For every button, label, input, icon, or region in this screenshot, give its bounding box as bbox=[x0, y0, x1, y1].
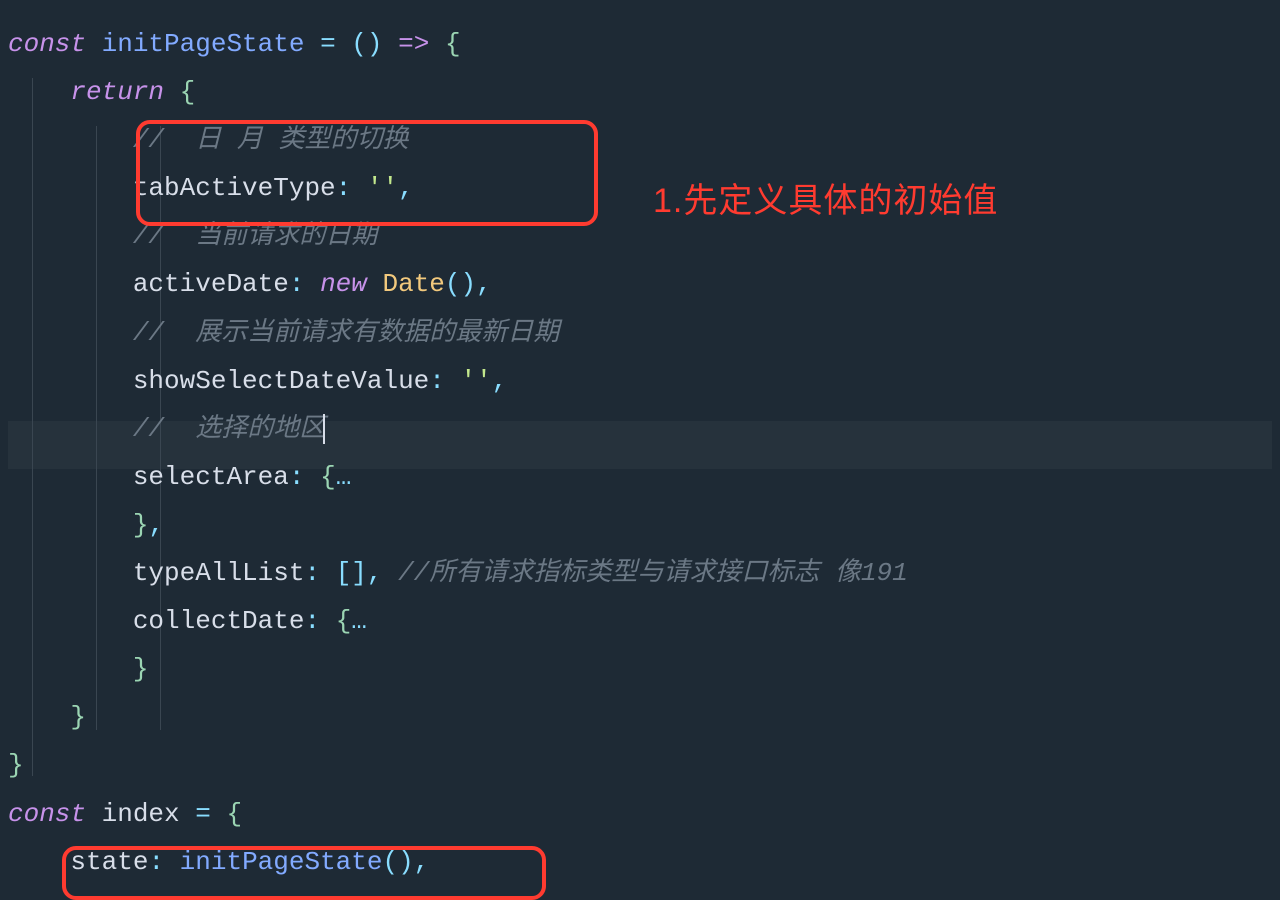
property: collectDate bbox=[133, 606, 305, 636]
code-line[interactable]: // 日 月 类型的切换 bbox=[8, 116, 1272, 164]
operator: = bbox=[195, 799, 211, 829]
code-editor[interactable]: const initPageState = () => { return { /… bbox=[8, 20, 1272, 886]
brace: { bbox=[180, 77, 196, 107]
text-cursor bbox=[323, 414, 325, 444]
code-line[interactable]: showSelectDateValue: '', bbox=[8, 357, 1272, 405]
code-line[interactable]: tabActiveType: '', bbox=[8, 164, 1272, 212]
comma: , bbox=[476, 269, 492, 299]
code-line[interactable]: } bbox=[8, 645, 1272, 693]
comment: //所有请求指标类型与请求接口标志 像191 bbox=[398, 558, 908, 588]
brackets: [] bbox=[336, 558, 367, 588]
keyword: const bbox=[8, 29, 86, 59]
code-line[interactable]: collectDate: {… bbox=[8, 597, 1272, 645]
code-line[interactable]: typeAllList: [], //所有请求指标类型与请求接口标志 像191 bbox=[8, 549, 1272, 597]
arrow: => bbox=[398, 29, 429, 59]
property: showSelectDateValue bbox=[133, 366, 429, 396]
comma: , bbox=[148, 510, 164, 540]
class-name: Date bbox=[383, 269, 445, 299]
property: selectArea bbox=[133, 462, 289, 492]
brace: { bbox=[445, 29, 461, 59]
colon: : bbox=[304, 606, 320, 636]
code-line[interactable]: } bbox=[8, 693, 1272, 741]
brace: { bbox=[320, 462, 336, 492]
parens: () bbox=[445, 269, 476, 299]
code-line[interactable]: // 选择的地区 bbox=[8, 405, 1272, 453]
code-line[interactable]: // 当前请求的日期 bbox=[8, 212, 1272, 260]
code-line[interactable]: selectArea: {… bbox=[8, 453, 1272, 501]
comment: // 当前请求的日期 bbox=[133, 221, 377, 251]
keyword: return bbox=[70, 77, 164, 107]
property: typeAllList bbox=[133, 558, 305, 588]
comment: // 选择的地区 bbox=[133, 414, 325, 444]
comma: , bbox=[414, 847, 430, 877]
colon: : bbox=[336, 173, 352, 203]
code-line[interactable]: const index = { bbox=[8, 790, 1272, 838]
brace: } bbox=[70, 702, 86, 732]
fold-ellipsis[interactable]: … bbox=[336, 462, 352, 492]
code-line[interactable]: } bbox=[8, 741, 1272, 789]
identifier: index bbox=[102, 799, 180, 829]
colon: : bbox=[289, 269, 305, 299]
string: '' bbox=[461, 366, 492, 396]
property: tabActiveType bbox=[133, 173, 336, 203]
brace: } bbox=[133, 654, 149, 684]
brace: } bbox=[133, 510, 149, 540]
keyword: const bbox=[8, 799, 86, 829]
code-line[interactable]: activeDate: new Date(), bbox=[8, 260, 1272, 308]
brace: { bbox=[336, 606, 352, 636]
comment: // 展示当前请求有数据的最新日期 bbox=[133, 318, 559, 348]
keyword: new bbox=[320, 269, 367, 299]
annotation-text: 1.先定义具体的初始值 bbox=[653, 170, 998, 233]
function-name: initPageState bbox=[102, 29, 305, 59]
brace: } bbox=[8, 750, 24, 780]
comma: , bbox=[398, 173, 414, 203]
brace: { bbox=[226, 799, 242, 829]
comma: , bbox=[492, 366, 508, 396]
colon: : bbox=[289, 462, 305, 492]
operator: = bbox=[320, 29, 336, 59]
code-line[interactable]: }, bbox=[8, 501, 1272, 549]
code-line[interactable]: state: initPageState(), bbox=[8, 838, 1272, 886]
property: state bbox=[70, 847, 148, 877]
colon: : bbox=[429, 366, 445, 396]
comment: // 日 月 类型的切换 bbox=[133, 125, 409, 155]
parens: () bbox=[351, 29, 382, 59]
function-call: initPageState bbox=[180, 847, 383, 877]
code-line[interactable]: // 展示当前请求有数据的最新日期 bbox=[8, 309, 1272, 357]
colon: : bbox=[304, 558, 320, 588]
code-line[interactable]: const initPageState = () => { bbox=[8, 20, 1272, 68]
property: activeDate bbox=[133, 269, 289, 299]
code-line[interactable]: return { bbox=[8, 68, 1272, 116]
string: '' bbox=[367, 173, 398, 203]
parens: () bbox=[383, 847, 414, 877]
fold-ellipsis[interactable]: … bbox=[351, 606, 367, 636]
comma: , bbox=[367, 558, 383, 588]
colon: : bbox=[148, 847, 164, 877]
